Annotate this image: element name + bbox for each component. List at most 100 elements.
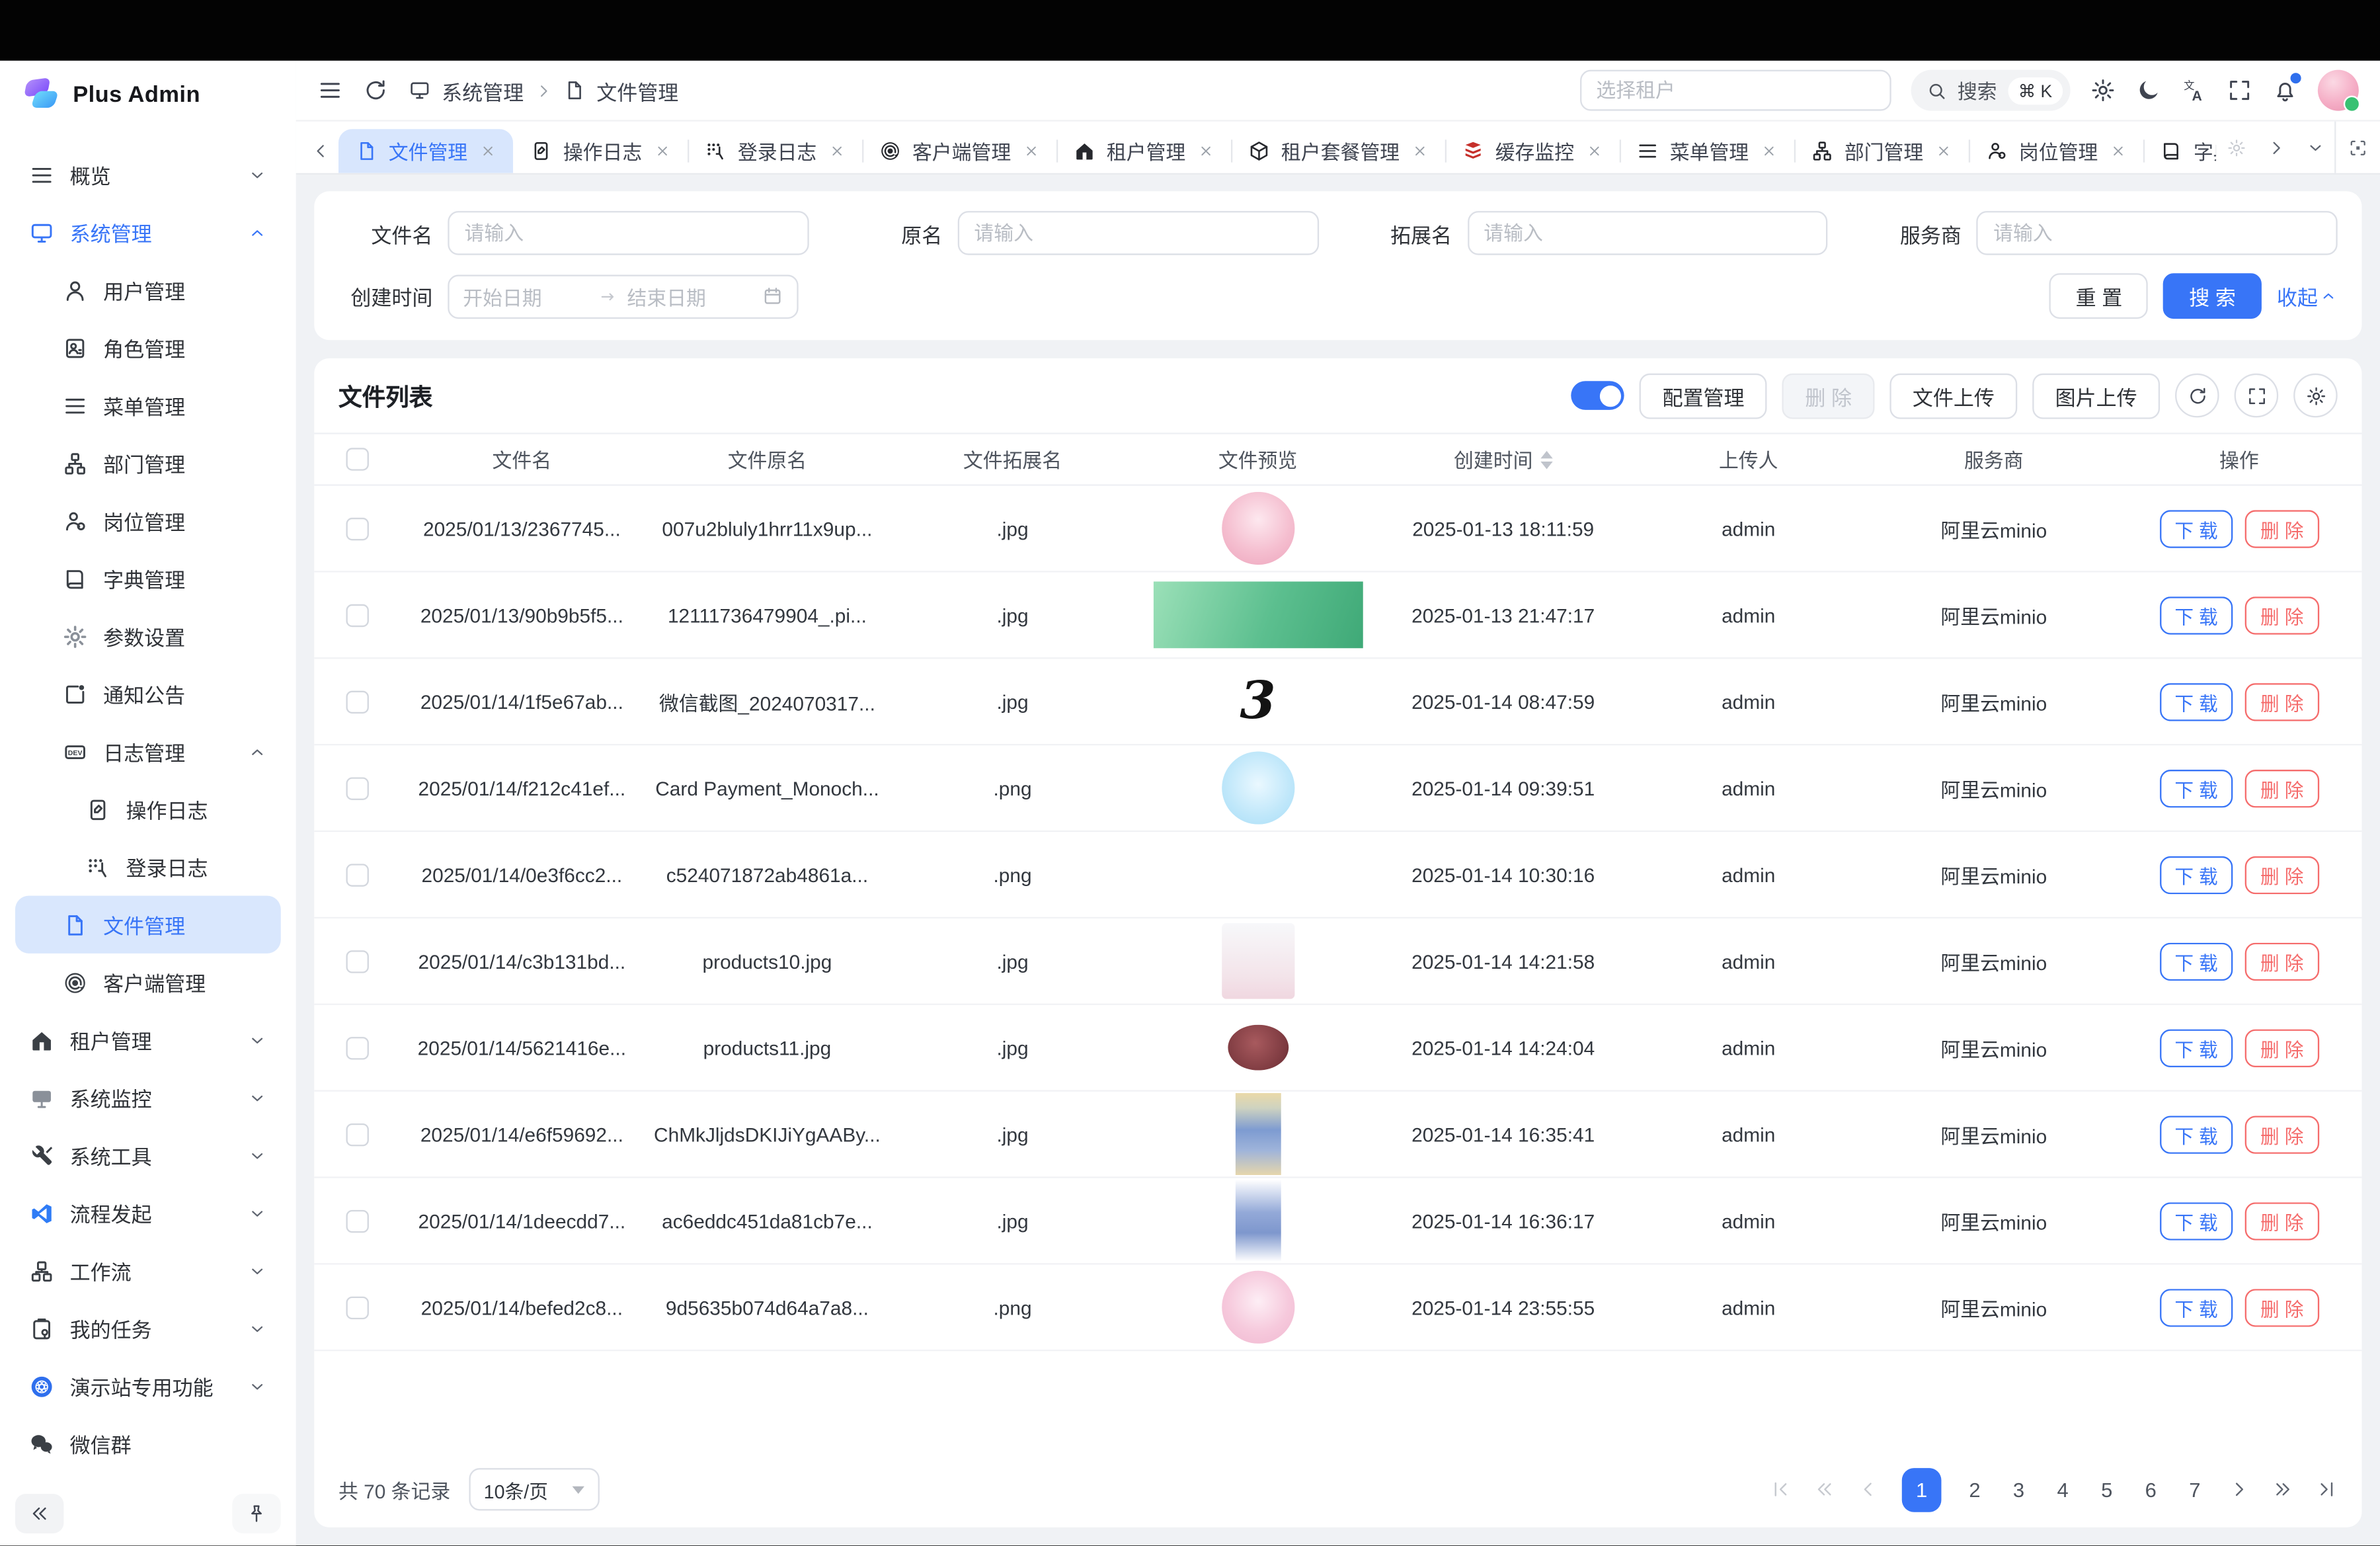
sidebar-item-client-management[interactable]: 客户端管理 bbox=[15, 954, 281, 1011]
delete-button[interactable]: 删 除 bbox=[2245, 942, 2319, 980]
delete-button[interactable]: 删 除 bbox=[2245, 1028, 2319, 1066]
sidebar-item-param-settings[interactable]: 参数设置 bbox=[15, 607, 281, 665]
row-checkbox[interactable] bbox=[345, 1123, 368, 1145]
config-management-button[interactable]: 配置管理 bbox=[1640, 373, 1767, 419]
sidebar-item-notice[interactable]: 通知公告 bbox=[15, 665, 281, 723]
breadcrumb-item[interactable]: 系统管理 bbox=[442, 75, 524, 106]
sidebar-item-operation-log[interactable]: 操作日志 bbox=[15, 780, 281, 838]
hamburger-icon[interactable] bbox=[317, 77, 343, 103]
sidebar-item-user-management[interactable]: 用户管理 bbox=[15, 261, 281, 319]
file-preview-image[interactable] bbox=[1221, 751, 1294, 824]
delete-button[interactable]: 删 除 bbox=[2245, 596, 2319, 633]
tabs-dropdown-button[interactable] bbox=[2295, 122, 2334, 173]
table-settings-button[interactable] bbox=[2293, 374, 2338, 418]
download-button[interactable]: 下 载 bbox=[2159, 596, 2233, 633]
sidebar-pin-button[interactable] bbox=[232, 1494, 280, 1533]
sidebar-item-file-management[interactable]: 文件管理 bbox=[15, 896, 281, 954]
sidebar-item-system-monitor[interactable]: 系统监控 bbox=[15, 1069, 281, 1126]
table-fullscreen-button[interactable] bbox=[2235, 374, 2279, 418]
row-checkbox[interactable] bbox=[345, 1036, 368, 1059]
file-preview-image[interactable] bbox=[1153, 581, 1363, 648]
user-avatar[interactable] bbox=[2318, 70, 2359, 111]
download-button[interactable]: 下 载 bbox=[2159, 1201, 2233, 1239]
delete-button[interactable]: 删 除 bbox=[2245, 1288, 2319, 1326]
download-button[interactable]: 下 载 bbox=[2159, 769, 2233, 807]
translate-icon[interactable]: 文A bbox=[2181, 77, 2207, 103]
file-upload-button[interactable]: 文件上传 bbox=[1889, 373, 2017, 419]
sidebar-item-login-log[interactable]: 登录日志 bbox=[15, 838, 281, 895]
pager-page-1[interactable]: 1 bbox=[1902, 1467, 1942, 1512]
batch-delete-button[interactable]: 删 除 bbox=[1782, 373, 1875, 419]
delete-button[interactable]: 删 除 bbox=[2245, 509, 2319, 547]
original-name-input[interactable] bbox=[957, 211, 1318, 255]
sidebar-item-dept-management[interactable]: 部门管理 bbox=[15, 434, 281, 492]
tab-operation-log[interactable]: 操作日志 bbox=[513, 129, 688, 173]
pager-next10-button[interactable] bbox=[2272, 1479, 2293, 1500]
file-preview-image[interactable] bbox=[1235, 1093, 1281, 1175]
tab-dict-management[interactable]: 字典管理 bbox=[2143, 129, 2216, 173]
pager-page-6[interactable]: 6 bbox=[2140, 1478, 2161, 1500]
delete-button[interactable]: 删 除 bbox=[2245, 1201, 2319, 1239]
sidebar-item-my-tasks[interactable]: 我的任务 bbox=[15, 1299, 281, 1357]
delete-button[interactable]: 删 除 bbox=[2245, 1115, 2319, 1153]
delete-button[interactable]: 删 除 bbox=[2245, 682, 2319, 720]
sidebar-item-overview[interactable]: 概览 bbox=[15, 145, 281, 203]
row-checkbox[interactable] bbox=[345, 1296, 368, 1319]
file-preview-image[interactable] bbox=[1235, 1180, 1281, 1262]
file-preview-image[interactable] bbox=[1228, 1025, 1289, 1071]
delete-button[interactable]: 删 除 bbox=[2245, 856, 2319, 893]
page-size-select[interactable]: 10条/页 bbox=[469, 1468, 599, 1510]
collapse-filter-link[interactable]: 收起 bbox=[2277, 281, 2338, 311]
tab-tenant-management[interactable]: 租户管理 bbox=[1056, 129, 1231, 173]
image-upload-button[interactable]: 图片上传 bbox=[2032, 373, 2160, 419]
extension-input[interactable] bbox=[1467, 211, 1828, 255]
tab-client-management[interactable]: 客户端管理 bbox=[862, 129, 1056, 173]
pager-first-button[interactable] bbox=[1770, 1479, 1791, 1500]
download-button[interactable]: 下 载 bbox=[2159, 682, 2233, 720]
sidebar-item-system-tools[interactable]: 系统工具 bbox=[15, 1127, 281, 1184]
dark-mode-moon-icon[interactable] bbox=[2135, 77, 2161, 103]
sort-icon[interactable] bbox=[1540, 450, 1552, 469]
select-all-checkbox[interactable] bbox=[345, 448, 368, 470]
sidebar-collapse-button[interactable] bbox=[15, 1494, 63, 1533]
tab-login-log[interactable]: 登录日志 bbox=[688, 129, 862, 173]
sidebar-item-wechat-group[interactable]: 微信群 bbox=[15, 1415, 281, 1473]
breadcrumb-item[interactable]: 文件管理 bbox=[596, 75, 678, 106]
content-fullscreen-button[interactable] bbox=[2334, 122, 2380, 173]
row-checkbox[interactable] bbox=[345, 950, 368, 972]
sidebar-item-tenant-management[interactable]: 租户管理 bbox=[15, 1011, 281, 1069]
sidebar-item-role-management[interactable]: 角色管理 bbox=[15, 319, 281, 376]
tab-dept-management[interactable]: 部门管理 bbox=[1794, 129, 1969, 173]
pager-prev-button[interactable] bbox=[1858, 1479, 1879, 1500]
file-preview-image[interactable] bbox=[1221, 923, 1294, 999]
tab-tenant-package-management[interactable]: 租户套餐管理 bbox=[1231, 129, 1445, 173]
pager-last-button[interactable] bbox=[2317, 1479, 2338, 1500]
pager-page-3[interactable]: 3 bbox=[2008, 1478, 2030, 1500]
tenant-select-input[interactable] bbox=[1579, 70, 1891, 111]
tab-cache-monitor[interactable]: 缓存监控 bbox=[1445, 129, 1620, 173]
sidebar-item-menu-management[interactable]: 菜单管理 bbox=[15, 376, 281, 434]
search-toggle-switch[interactable] bbox=[1571, 381, 1624, 410]
table-refresh-button[interactable] bbox=[2175, 374, 2219, 418]
pager-page-5[interactable]: 5 bbox=[2096, 1478, 2118, 1500]
row-checkbox[interactable] bbox=[345, 776, 368, 799]
file-preview-image[interactable] bbox=[1221, 492, 1294, 565]
row-checkbox[interactable] bbox=[345, 1209, 368, 1232]
download-button[interactable]: 下 载 bbox=[2159, 942, 2233, 980]
pager-page-4[interactable]: 4 bbox=[2052, 1478, 2073, 1500]
pager-page-2[interactable]: 2 bbox=[1964, 1478, 1985, 1500]
sidebar-item-process-start[interactable]: 流程发起 bbox=[15, 1184, 281, 1242]
sidebar-item-log-management[interactable]: DEV日志管理 bbox=[15, 723, 281, 780]
download-button[interactable]: 下 载 bbox=[2159, 1115, 2233, 1153]
sidebar-item-dict-management[interactable]: 字典管理 bbox=[15, 549, 281, 607]
delete-button[interactable]: 删 除 bbox=[2245, 769, 2319, 807]
brand-logo[interactable]: Plus Admin bbox=[0, 61, 296, 128]
pager-next-button[interactable] bbox=[2228, 1479, 2249, 1500]
pager-prev10-button[interactable] bbox=[1814, 1479, 1835, 1500]
sidebar-item-demo-features[interactable]: 演示站专用功能 bbox=[15, 1358, 281, 1415]
download-button[interactable]: 下 载 bbox=[2159, 1288, 2233, 1326]
file-preview-image[interactable] bbox=[1221, 838, 1294, 911]
global-search-button[interactable]: 搜索 ⌘ K bbox=[1911, 70, 2071, 111]
filename-input[interactable] bbox=[448, 211, 809, 255]
tabs-scroll-right-button[interactable] bbox=[2256, 122, 2295, 173]
